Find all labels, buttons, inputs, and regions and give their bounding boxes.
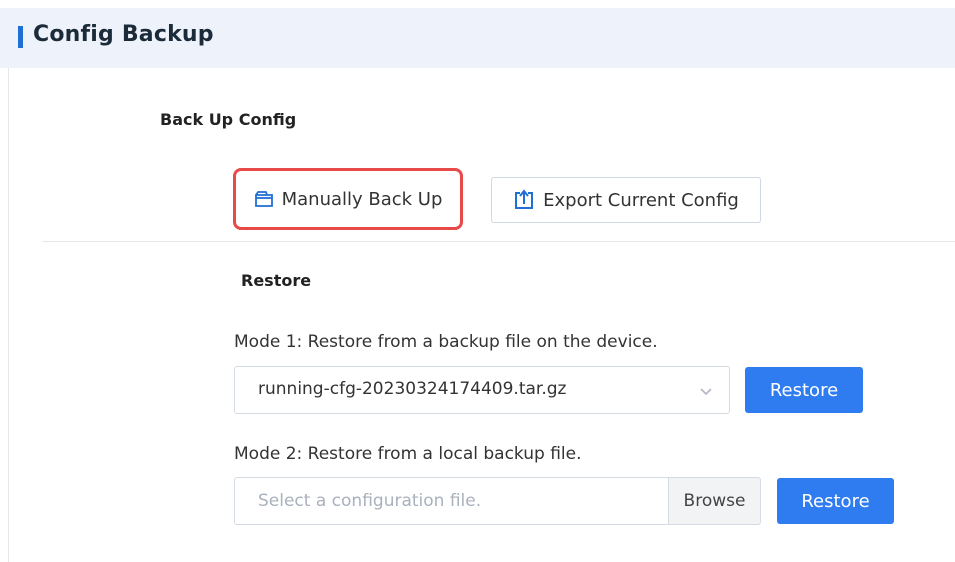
page-title: Config Backup [33,22,214,47]
export-icon [513,189,535,211]
restore-section-title: Restore [241,271,312,290]
title-accent-bar [18,26,23,48]
left-divider [8,68,9,562]
mode2-label: Mode 2: Restore from a local backup file… [234,444,582,464]
section-divider [42,241,955,242]
file-input-placeholder: Select a configuration file. [258,491,482,511]
folder-icon [254,190,274,208]
restore-device-button[interactable]: Restore [745,367,863,413]
backup-section-title: Back Up Config [160,110,297,129]
export-config-button[interactable]: Export Current Config [491,177,761,223]
chevron-down-icon [699,383,713,402]
export-config-label: Export Current Config [543,189,739,211]
browse-button[interactable]: Browse [668,477,761,525]
manual-backup-button[interactable]: Manually Back Up [237,176,459,222]
local-file-input[interactable]: Select a configuration file. [234,477,668,525]
backup-file-select[interactable]: running-cfg-20230324174409.tar.gz [234,366,730,414]
manual-backup-label: Manually Back Up [281,188,443,210]
restore-local-button[interactable]: Restore [777,478,894,524]
mode1-label: Mode 1: Restore from a backup file on th… [234,332,658,352]
backup-file-value: running-cfg-20230324174409.tar.gz [258,379,567,399]
